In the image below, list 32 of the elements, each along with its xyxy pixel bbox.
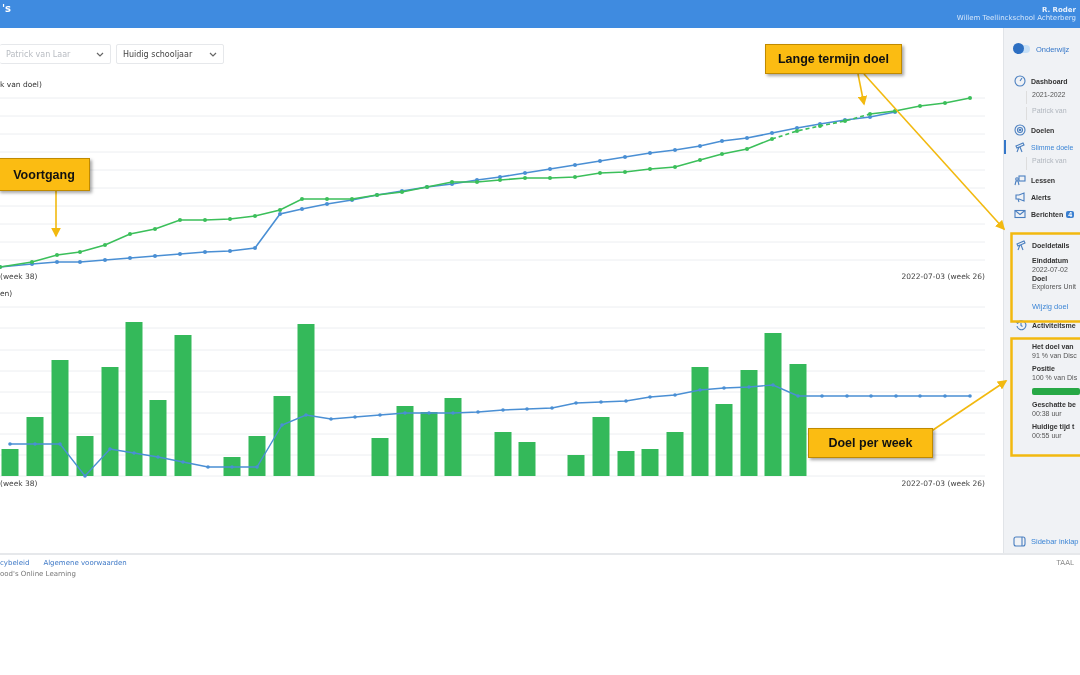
chalkboard-icon (1014, 174, 1026, 186)
envelope-icon (1014, 208, 1026, 220)
bar (26, 417, 44, 476)
target-icon (1014, 124, 1026, 136)
bar (371, 438, 389, 476)
bar (666, 432, 684, 476)
bar (617, 451, 635, 476)
chevron-icon (96, 51, 104, 57)
bar (567, 455, 585, 476)
annotation-callout: Voortgang (0, 158, 90, 191)
chevron-icon (209, 51, 217, 57)
annotation-callout: Doel per week (808, 428, 933, 458)
panel-icon (1013, 536, 1026, 547)
gauge-icon (1014, 75, 1026, 87)
bar (248, 436, 266, 476)
bar (518, 442, 536, 476)
annotation-callout: Lange termijn doel (765, 44, 902, 74)
logo[interactable]: 's (2, 3, 11, 14)
annotation-arrow (51, 190, 61, 238)
bar (1, 449, 19, 476)
telescope-icon (1014, 141, 1026, 153)
telescope-icon (1015, 239, 1027, 251)
bar (396, 406, 414, 476)
toggle-switch[interactable] (1014, 45, 1030, 53)
filter-dropdown[interactable]: Huidig schooljaar (116, 44, 224, 64)
bar (641, 449, 659, 476)
bar (76, 436, 94, 476)
megaphone-icon (1014, 191, 1026, 203)
bar (715, 404, 733, 476)
bar (592, 417, 610, 476)
bar (420, 412, 438, 476)
bar (494, 432, 512, 476)
